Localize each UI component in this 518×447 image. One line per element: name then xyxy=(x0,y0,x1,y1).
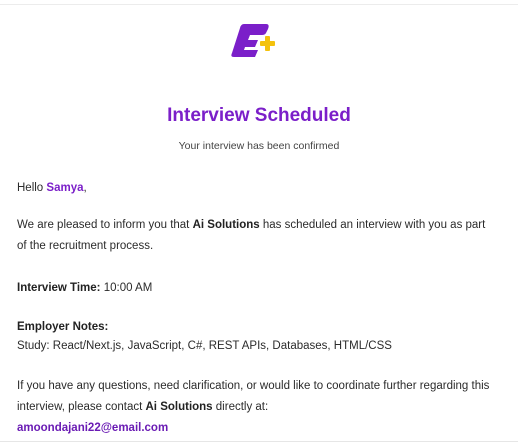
contact-paragraph: If you have any questions, need clarific… xyxy=(17,376,497,439)
intro-text-start: We are pleased to inform you that xyxy=(17,219,193,231)
contact-text-end: directly at: xyxy=(212,401,269,413)
e-plus-logo-icon xyxy=(231,24,275,57)
logo-plus-horizontal xyxy=(260,41,275,46)
interview-time-line: Interview Time: 10:00 AM xyxy=(17,278,497,299)
interview-time-value: 10:00 AM xyxy=(100,282,153,294)
greeting-line: Hello Samya, xyxy=(17,178,497,199)
greeting-prefix: Hello xyxy=(17,182,47,194)
bottom-divider xyxy=(0,441,518,442)
intro-paragraph: We are pleased to inform you that Ai Sol… xyxy=(17,215,497,257)
candidate-name: Samya xyxy=(46,182,84,194)
email-title: Interview Scheduled xyxy=(167,105,351,126)
top-divider xyxy=(0,4,518,5)
greeting-suffix: , xyxy=(83,182,87,194)
company-name: Ai Solutions xyxy=(192,219,260,231)
interview-time-label: Interview Time: xyxy=(17,282,101,294)
employer-notes-label: Employer Notes: xyxy=(17,321,109,333)
employer-notes-text: Study: React/Next.js, JavaScript, C#, RE… xyxy=(17,340,392,352)
contact-email-link[interactable]: amoondajani22@email.com xyxy=(17,422,168,434)
email-subtitle: Your interview has been confirmed xyxy=(178,140,340,152)
logo-e-shape xyxy=(231,24,269,57)
contact-company-name: Ai Solutions xyxy=(145,401,213,413)
